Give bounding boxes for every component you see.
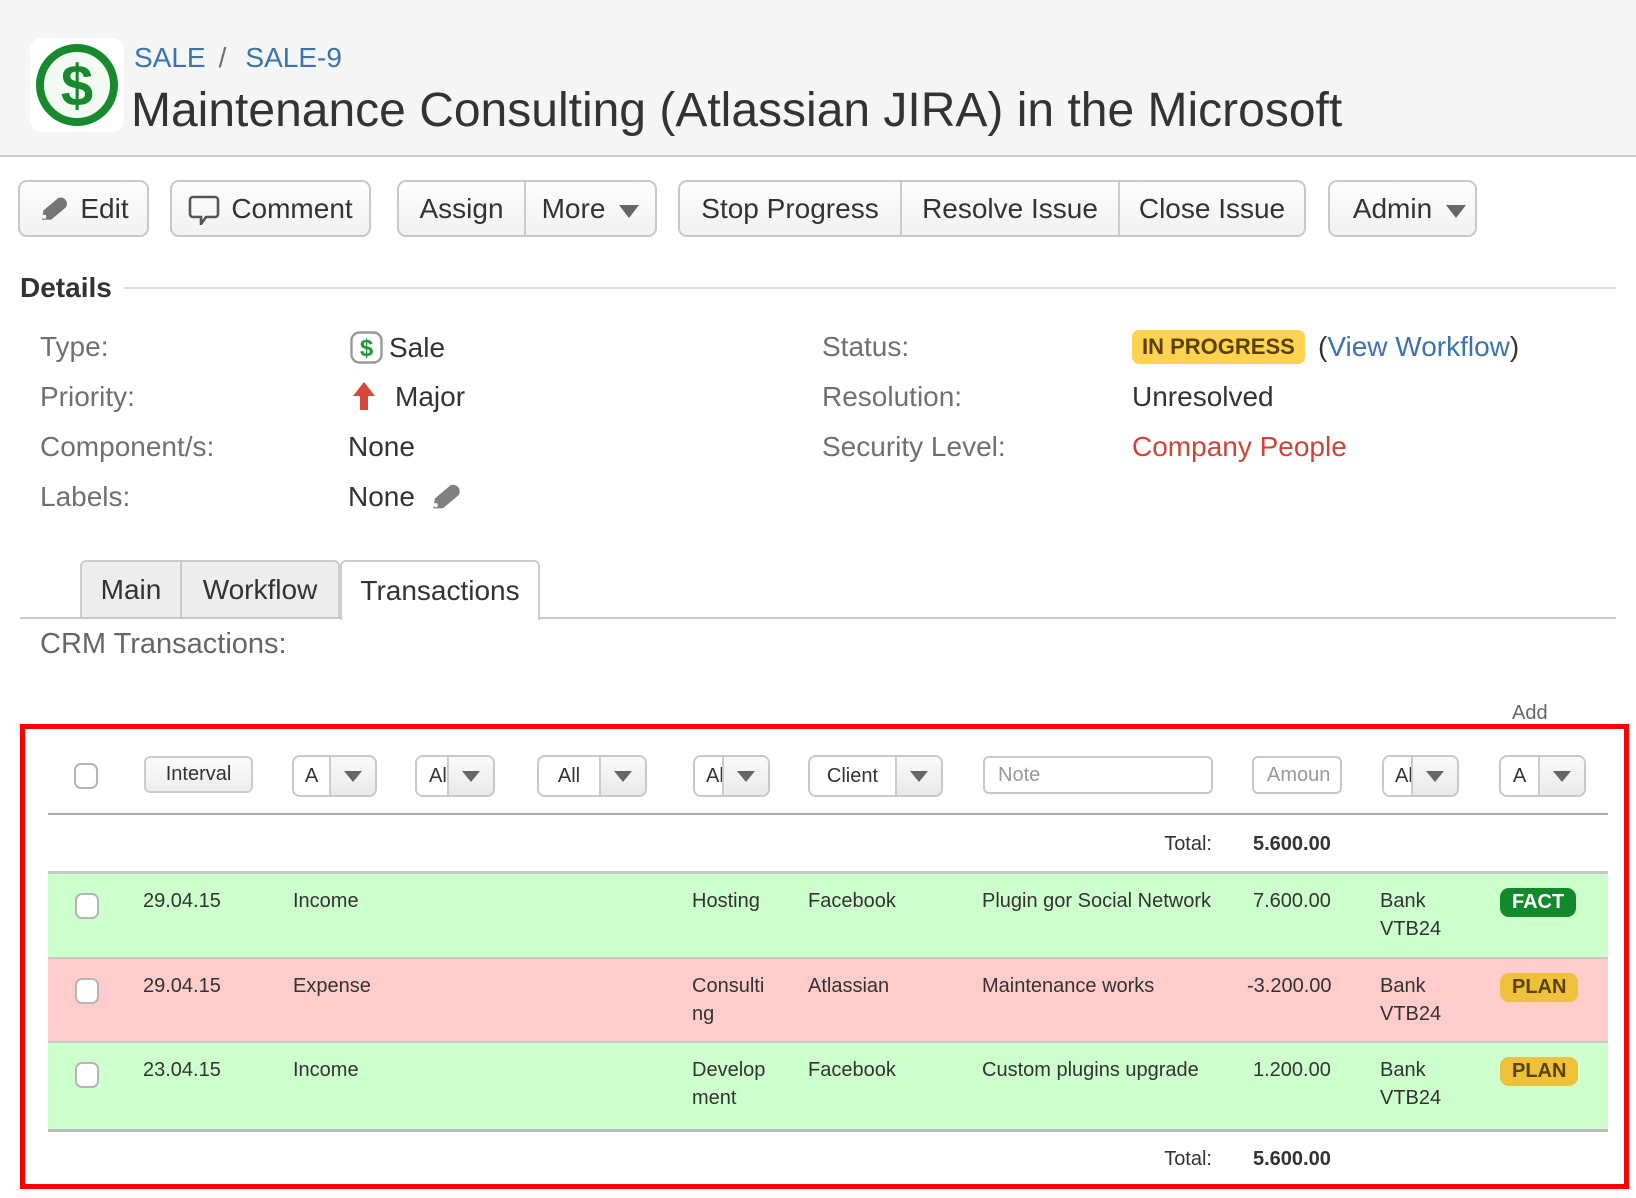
svg-text:$: $ [360,335,374,362]
svg-text:$: $ [61,54,93,119]
